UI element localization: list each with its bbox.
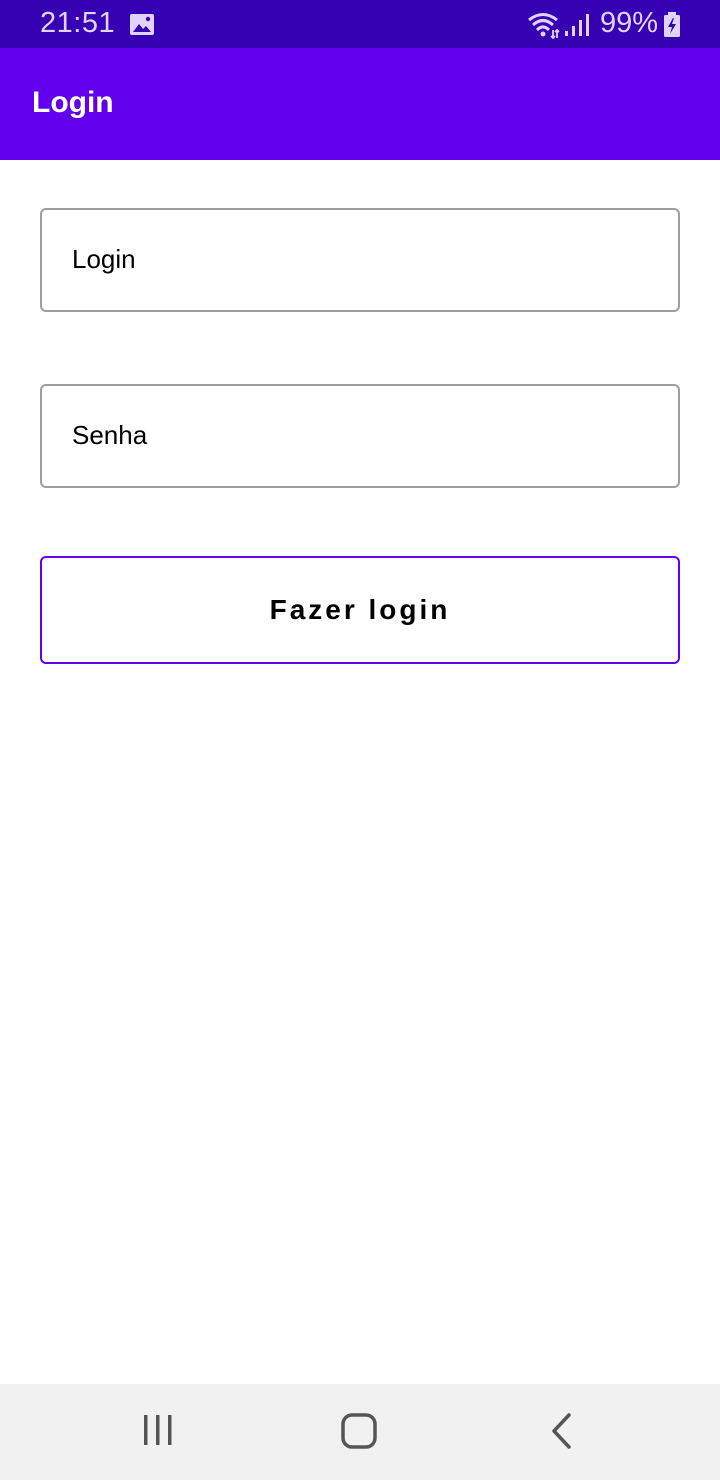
battery-percentage: 99%	[600, 7, 659, 39]
home-icon[interactable]	[338, 1410, 380, 1452]
back-icon[interactable]	[545, 1410, 577, 1452]
login-field[interactable]: Login	[40, 208, 680, 312]
gallery-icon	[130, 14, 154, 35]
status-time: 21:51	[40, 7, 116, 39]
login-field-placeholder: Login	[72, 244, 136, 274]
page-title: Login	[32, 86, 114, 119]
signal-icon	[565, 14, 589, 36]
navigation-bar	[0, 1384, 720, 1480]
battery-icon	[664, 12, 680, 37]
recent-apps-icon[interactable]	[138, 1410, 178, 1450]
password-field-placeholder: Senha	[72, 420, 148, 450]
password-field[interactable]: Senha	[40, 384, 680, 488]
login-button-label: Fazer login	[269, 594, 451, 625]
status-bar: 21:51 99%	[0, 0, 720, 48]
app-bar: Login	[0, 48, 720, 160]
login-button[interactable]: Fazer login	[40, 556, 680, 664]
wifi-icon	[528, 13, 560, 39]
